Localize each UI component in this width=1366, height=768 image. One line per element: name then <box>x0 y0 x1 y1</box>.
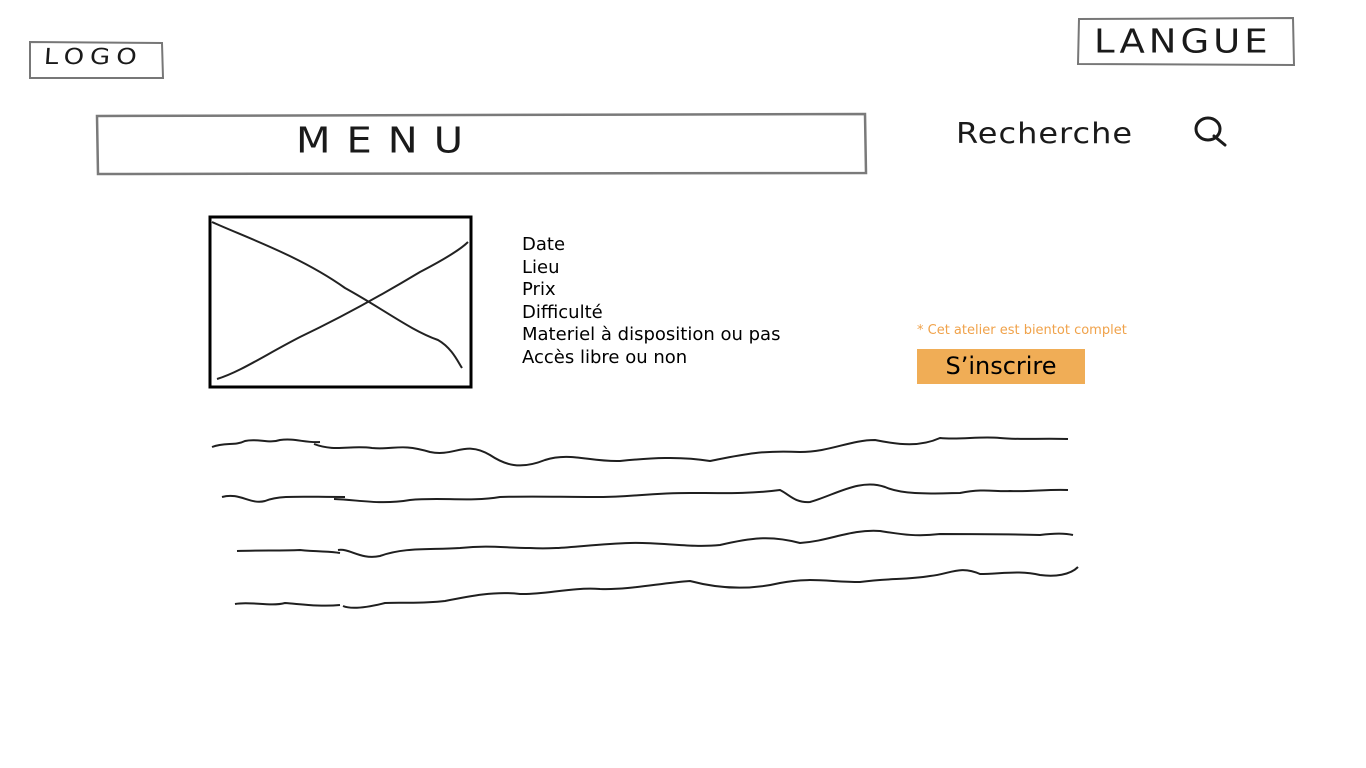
description-placeholder <box>210 430 1080 615</box>
availability-note: * Cet atelier est bientot complet <box>917 323 1127 338</box>
language-label: LANGUE <box>1094 22 1272 61</box>
search-icon[interactable] <box>1192 114 1232 150</box>
main-menu[interactable]: MENU <box>97 114 867 175</box>
logo-link[interactable]: LOGO <box>30 42 163 79</box>
detail-acces: Accès libre ou non <box>522 346 688 368</box>
detail-date: Date <box>522 234 566 255</box>
detail-lieu: Lieu <box>522 256 560 278</box>
menu-label: MENU <box>296 120 479 162</box>
search-label: Recherche <box>956 115 1134 151</box>
detail-materiel: Materiel à disposition ou pas <box>522 324 781 346</box>
detail-prix: Prix <box>522 279 556 301</box>
workshop-details: Date Lieu Prix Difficulté Materiel à dis… <box>522 234 780 370</box>
language-selector[interactable]: LANGUE <box>1078 18 1294 66</box>
detail-difficulte: Difficulté <box>522 301 603 323</box>
workshop-image <box>210 217 473 389</box>
register-button[interactable]: S’inscrire <box>917 349 1085 384</box>
logo-label: LOGO <box>43 44 144 70</box>
